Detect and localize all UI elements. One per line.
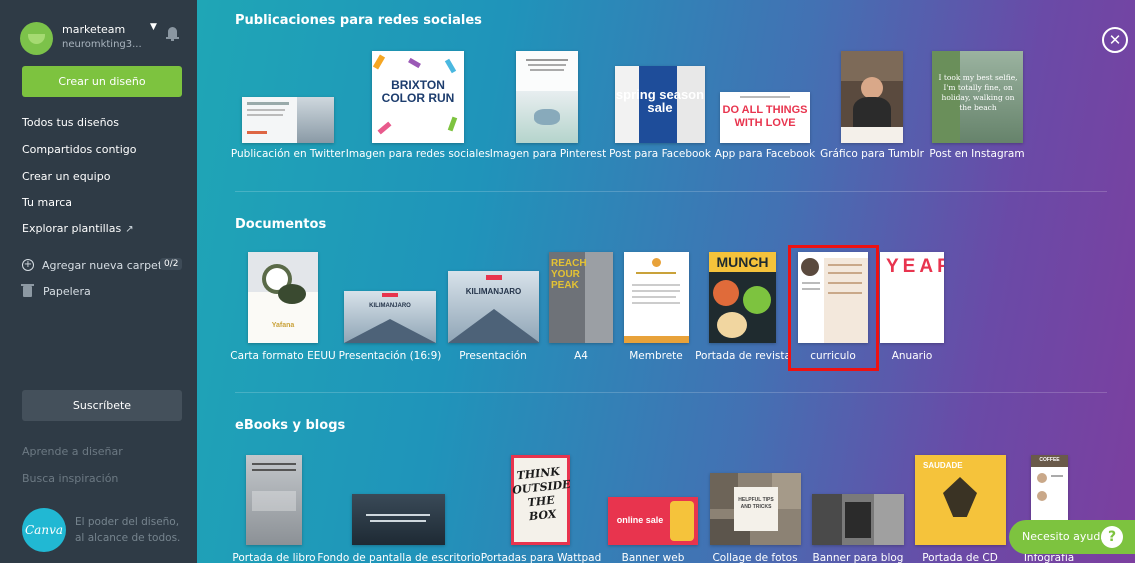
caption-facebook-app[interactable]: App para Facebook <box>715 148 815 160</box>
help-button[interactable]: Necesito ayuda ? <box>1009 520 1135 554</box>
team-subtitle: neuromkting3... <box>62 39 142 50</box>
thumb-facebook-post-text: spring season sale <box>615 87 705 115</box>
section-title-social: Publicaciones para redes sociales <box>235 13 482 28</box>
caption-instagram-post[interactable]: Post en Instagram <box>929 148 1024 160</box>
caption-blog-banner[interactable]: Banner para blog <box>813 552 904 563</box>
thumb-magazine-cover-text: MUNCH <box>716 254 769 270</box>
caption-wattpad-cover[interactable]: Portadas para Wattpad <box>481 552 602 563</box>
thumb-us-letter[interactable]: Yafana <box>248 252 318 343</box>
thumb-twitter-post[interactable] <box>242 97 334 143</box>
thumb-facebook-post[interactable]: spring season sale <box>615 66 705 143</box>
learn-design-link[interactable]: Aprende a diseñar <box>22 445 123 458</box>
thumb-book-cover[interactable] <box>246 455 302 545</box>
thumb-facebook-app-text: DO ALL THINGS WITH LOVE <box>722 104 808 129</box>
sidebar-item-label: Explorar plantillas <box>22 222 122 235</box>
thumb-wattpad-cover[interactable]: THINK OUTSIDE THE BOX <box>511 455 570 545</box>
subscribe-button[interactable]: Suscríbete <box>22 390 182 421</box>
team-name: marketeam <box>62 23 126 36</box>
bell-icon[interactable] <box>166 27 179 41</box>
thumb-facebook-app[interactable]: DO ALL THINGS WITH LOVE <box>720 92 810 143</box>
caption-social-image[interactable]: Imagen para redes sociales <box>346 148 490 160</box>
selected-template-highlight <box>788 245 879 371</box>
thumb-yearbook-text: YEARBOOK <box>886 256 944 277</box>
caption-pinterest-image[interactable]: Imagen para Pinterest <box>490 148 606 160</box>
caption-a4[interactable]: A4 <box>574 350 588 362</box>
thumb-yearbook[interactable]: YEARBOOK <box>880 252 944 343</box>
add-folder-label: Agregar nueva carpeta <box>42 259 169 272</box>
slogan-line-2: al alcance de todos. <box>75 532 181 544</box>
help-label: Necesito ayuda <box>1022 530 1108 543</box>
caption-magazine-cover[interactable]: Portada de revista <box>695 350 791 362</box>
caption-web-banner[interactable]: Banner web <box>622 552 685 563</box>
thumb-infographic-text: COFFEE <box>1039 457 1060 463</box>
template-gallery: ✕ Publicaciones para redes sociales BRIX… <box>197 0 1135 563</box>
team-switcher[interactable]: marketeam neuromkting3... ▼ <box>20 20 185 55</box>
caption-us-letter[interactable]: Carta formato EEUU <box>230 350 335 362</box>
thumb-social-image[interactable]: BRIXTON COLOR RUN <box>372 51 464 143</box>
thumb-photo-collage[interactable]: HELPFUL TIPS AND TRICKS <box>710 473 801 545</box>
thumb-us-letter-text: Yafana <box>271 322 295 329</box>
section-title-ebooks: eBooks y blogs <box>235 418 346 433</box>
thumb-presentation-text: KILIMANJARO <box>465 287 522 296</box>
section-title-documents: Documentos <box>235 217 327 232</box>
caption-photo-collage[interactable]: Collage de fotos <box>712 552 797 563</box>
section-divider <box>235 392 1107 393</box>
thumb-a4-text: REACH YOUR PEAK <box>551 258 587 291</box>
thumb-tumblr-graphic[interactable] <box>841 51 903 143</box>
thumb-photo-collage-text: HELPFUL TIPS AND TRICKS <box>738 497 774 510</box>
section-divider <box>235 191 1107 192</box>
canva-logo: Canva <box>22 508 66 552</box>
thumb-cd-cover-text: SAUDADE <box>923 461 963 470</box>
thumb-cd-cover[interactable]: SAUDADE <box>915 455 1006 545</box>
thumb-a4[interactable]: REACH YOUR PEAK <box>549 252 613 343</box>
trash-icon <box>21 284 34 297</box>
thumb-presentation[interactable]: KILIMANJARO <box>448 271 539 343</box>
caption-yearbook[interactable]: Anuario <box>892 350 933 362</box>
sidebar-item-all-designs[interactable]: Todos tus diseños <box>22 116 192 129</box>
thumb-presentation-16-9-text: KILIMANJARO <box>369 303 411 309</box>
close-icon[interactable]: ✕ <box>1102 27 1128 53</box>
slogan: El poder del diseño, al alcance de todos… <box>75 514 180 546</box>
caption-letterhead[interactable]: Membrete <box>629 350 683 362</box>
thumb-web-banner-text: online sale <box>616 515 664 525</box>
thumb-instagram-post-text: I took my best selfie, I'm totally fine,… <box>938 73 1018 112</box>
caption-presentation-16-9[interactable]: Presentación (16:9) <box>339 350 442 362</box>
thumb-pinterest-image[interactable] <box>516 51 578 143</box>
caption-twitter-post[interactable]: Publicación en Twitter <box>231 148 345 160</box>
question-icon: ? <box>1101 526 1123 548</box>
sidebar-item-explore-templates[interactable]: Explorar plantillas ↗ <box>22 222 192 235</box>
caption-book-cover[interactable]: Portada de libro <box>232 552 315 563</box>
external-link-icon: ↗ <box>125 224 134 235</box>
thumb-letterhead[interactable] <box>624 252 689 343</box>
sidebar-item-create-team[interactable]: Crear un equipo <box>22 170 192 183</box>
thumb-magazine-cover[interactable]: MUNCH <box>709 252 776 343</box>
caption-presentation[interactable]: Presentación <box>459 350 527 362</box>
find-inspiration-link[interactable]: Busca inspiración <box>22 472 118 485</box>
folder-count-badge: 0/2 <box>160 258 183 270</box>
team-avatar <box>20 22 53 55</box>
caption-tumblr-graphic[interactable]: Gráfico para Tumblr <box>820 148 924 160</box>
thumb-presentation-16-9[interactable]: KILIMANJARO <box>344 291 436 343</box>
create-design-button[interactable]: Crear un diseño <box>22 66 182 97</box>
thumb-instagram-post[interactable]: I took my best selfie, I'm totally fine,… <box>932 51 1023 143</box>
thumb-web-banner[interactable]: online sale <box>608 497 698 545</box>
thumb-social-image-text: BRIXTON COLOR RUN <box>381 78 455 105</box>
caption-facebook-post[interactable]: Post para Facebook <box>609 148 711 160</box>
caption-desktop-wallpaper[interactable]: Fondo de pantalla de escritorio <box>317 552 480 563</box>
slogan-line-1: El poder del diseño, <box>75 516 180 528</box>
thumb-wattpad-cover-text: THINK OUTSIDE THE BOX <box>511 464 570 524</box>
sidebar-item-shared[interactable]: Compartidos contigo <box>22 143 192 156</box>
thumb-desktop-wallpaper[interactable] <box>352 494 445 545</box>
chevron-down-icon[interactable]: ▼ <box>150 22 157 32</box>
trash-label: Papelera <box>43 285 91 298</box>
sidebar-item-brand[interactable]: Tu marca <box>22 196 192 209</box>
caption-cd-cover[interactable]: Portada de CD <box>922 552 998 563</box>
sidebar: marketeam neuromkting3... ▼ Crear un dis… <box>0 0 197 563</box>
plus-icon: + <box>22 259 34 271</box>
thumb-blog-banner[interactable] <box>812 494 904 545</box>
